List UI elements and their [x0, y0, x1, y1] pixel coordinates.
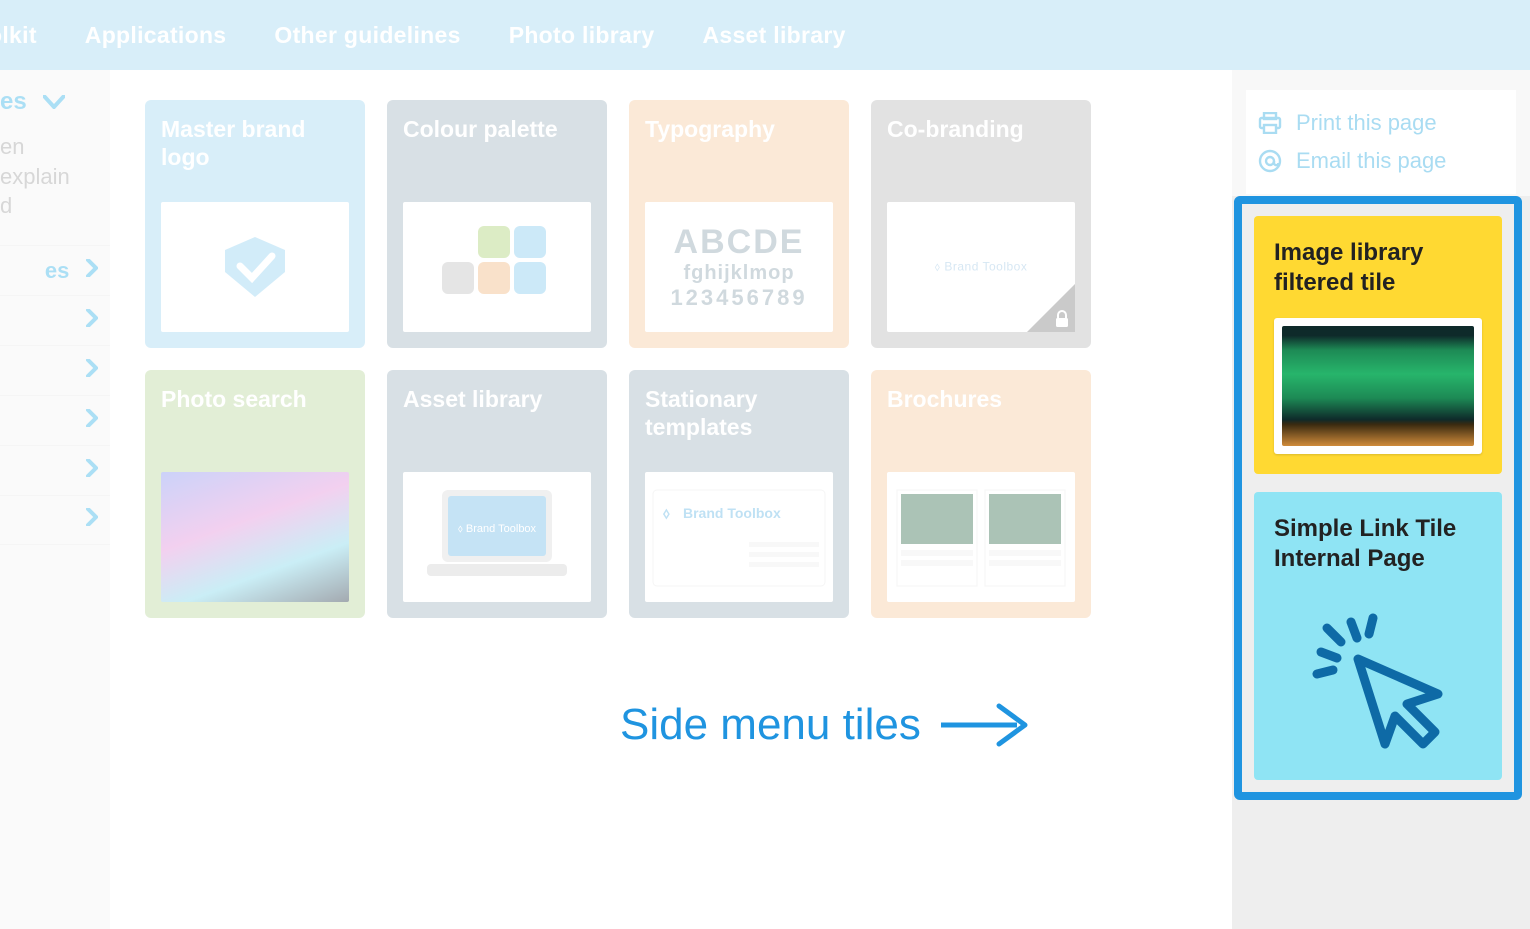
- typography-sample: ABCDE fghijklmop 123456789: [670, 223, 807, 310]
- tile-thumbnail: ⬨ Brand Toolbox: [645, 472, 833, 602]
- laptop-screen-text: ⬨ Brand Toolbox: [458, 523, 537, 535]
- tile-title: Master brand logo: [161, 116, 349, 171]
- tile-thumbnail: [161, 202, 349, 332]
- tile-master-brand-logo[interactable]: Master brand logo: [145, 100, 365, 348]
- tile-title: Typography: [645, 116, 833, 144]
- callout-annotation: Side menu tiles: [620, 700, 1029, 750]
- brochure-icon: [891, 482, 1071, 592]
- tile-brochures[interactable]: Brochures: [871, 370, 1091, 618]
- sidebar-link-row[interactable]: [0, 295, 110, 345]
- sidebar-link-label: es: [45, 258, 69, 284]
- nav-item-toolkit[interactable]: olkit: [0, 22, 37, 49]
- chevron-right-icon: [86, 459, 98, 483]
- chevron-down-icon: [43, 88, 65, 115]
- side-tile-title: Image library filtered tile: [1274, 238, 1482, 298]
- side-tile-title: Simple Link Tile Internal Page: [1274, 514, 1482, 574]
- sidebar-section-label: es: [0, 88, 27, 115]
- side-tile-thumbnail: [1274, 318, 1482, 454]
- side-tile-image-library[interactable]: Image library filtered tile: [1254, 216, 1502, 474]
- co-brand-logo-text: ⬨ Brand Toolbox: [887, 260, 1075, 275]
- tile-title: Co-branding: [887, 116, 1075, 144]
- sidebar-link-row[interactable]: [0, 395, 110, 445]
- svg-text:⬨: ⬨: [662, 505, 670, 522]
- tile-title: Asset library: [403, 386, 591, 414]
- tile-typography[interactable]: Typography ABCDE fghijklmop 123456789: [629, 100, 849, 348]
- tile-thumbnail: [887, 472, 1075, 602]
- tile-thumbnail: ⬨ Brand Toolbox: [403, 472, 591, 602]
- tile-thumbnail: [161, 472, 349, 602]
- sidebar-description: en explain d: [0, 132, 110, 245]
- laptop-icon: ⬨ Brand Toolbox: [422, 482, 572, 592]
- email-label: Email this page: [1296, 148, 1446, 174]
- tile-co-branding[interactable]: Co-branding ⬨ Brand Toolbox: [871, 100, 1091, 348]
- tile-thumbnail: ⬨ Brand Toolbox: [887, 202, 1075, 332]
- shield-check-icon: [220, 232, 290, 302]
- callout-text: Side menu tiles: [620, 700, 921, 750]
- lock-icon: [1027, 284, 1075, 332]
- nav-item-applications[interactable]: Applications: [85, 22, 227, 49]
- sidebar-link-row[interactable]: es: [0, 245, 110, 295]
- tile-colour-palette[interactable]: Colour palette: [387, 100, 607, 348]
- sidebar-section-toggle[interactable]: es: [0, 70, 110, 132]
- tile-title: Colour palette: [403, 116, 591, 144]
- cursor-click-icon: [1303, 604, 1453, 754]
- tile-title: Photo search: [161, 386, 349, 414]
- sidebar-link-row[interactable]: [0, 495, 110, 545]
- print-icon: [1258, 112, 1282, 134]
- tile-thumbnail: ABCDE fghijklmop 123456789: [645, 202, 833, 332]
- card-brand-text: Brand Toolbox: [683, 505, 781, 521]
- tile-asset-library[interactable]: Asset library ⬨ Brand Toolbox: [387, 370, 607, 618]
- palette-squares-icon: [442, 222, 552, 312]
- chevron-right-icon: [86, 359, 98, 383]
- utility-box: Print this page Email this page: [1246, 90, 1516, 194]
- side-tile-simple-link[interactable]: Simple Link Tile Internal Page: [1254, 492, 1502, 780]
- print-page-link[interactable]: Print this page: [1258, 104, 1504, 142]
- chevron-right-icon: [69, 259, 98, 283]
- nav-item-asset-library[interactable]: Asset library: [702, 22, 845, 49]
- left-sidebar: es en explain d es: [0, 70, 110, 929]
- sidebar-link-row[interactable]: [0, 445, 110, 495]
- at-sign-icon: [1258, 149, 1282, 173]
- tile-stationary-templates[interactable]: Stationary templates ⬨ Brand Toolbox: [629, 370, 849, 618]
- tile-photo-search[interactable]: Photo search: [145, 370, 365, 618]
- nav-item-photo-library[interactable]: Photo library: [509, 22, 655, 49]
- arrow-right-icon: [939, 700, 1029, 750]
- sidebar-link-row[interactable]: [0, 345, 110, 395]
- business-card-icon: ⬨ Brand Toolbox: [649, 482, 829, 592]
- tile-grid: Master brand logo Colour palette Typogra…: [145, 100, 1105, 618]
- chevron-right-icon: [86, 508, 98, 532]
- print-label: Print this page: [1296, 110, 1437, 136]
- side-menu-tiles-panel: Image library filtered tile Simple Link …: [1234, 196, 1522, 800]
- aurora-image: [161, 472, 349, 602]
- tile-title: Brochures: [887, 386, 1075, 414]
- email-page-link[interactable]: Email this page: [1258, 142, 1504, 180]
- chevron-right-icon: [86, 309, 98, 333]
- aurora-image: [1282, 326, 1474, 446]
- chevron-right-icon: [86, 409, 98, 433]
- top-nav: olkit Applications Other guidelines Phot…: [0, 0, 1530, 70]
- nav-item-other-guidelines[interactable]: Other guidelines: [274, 22, 460, 49]
- tile-title: Stationary templates: [645, 386, 833, 441]
- tile-thumbnail: [403, 202, 591, 332]
